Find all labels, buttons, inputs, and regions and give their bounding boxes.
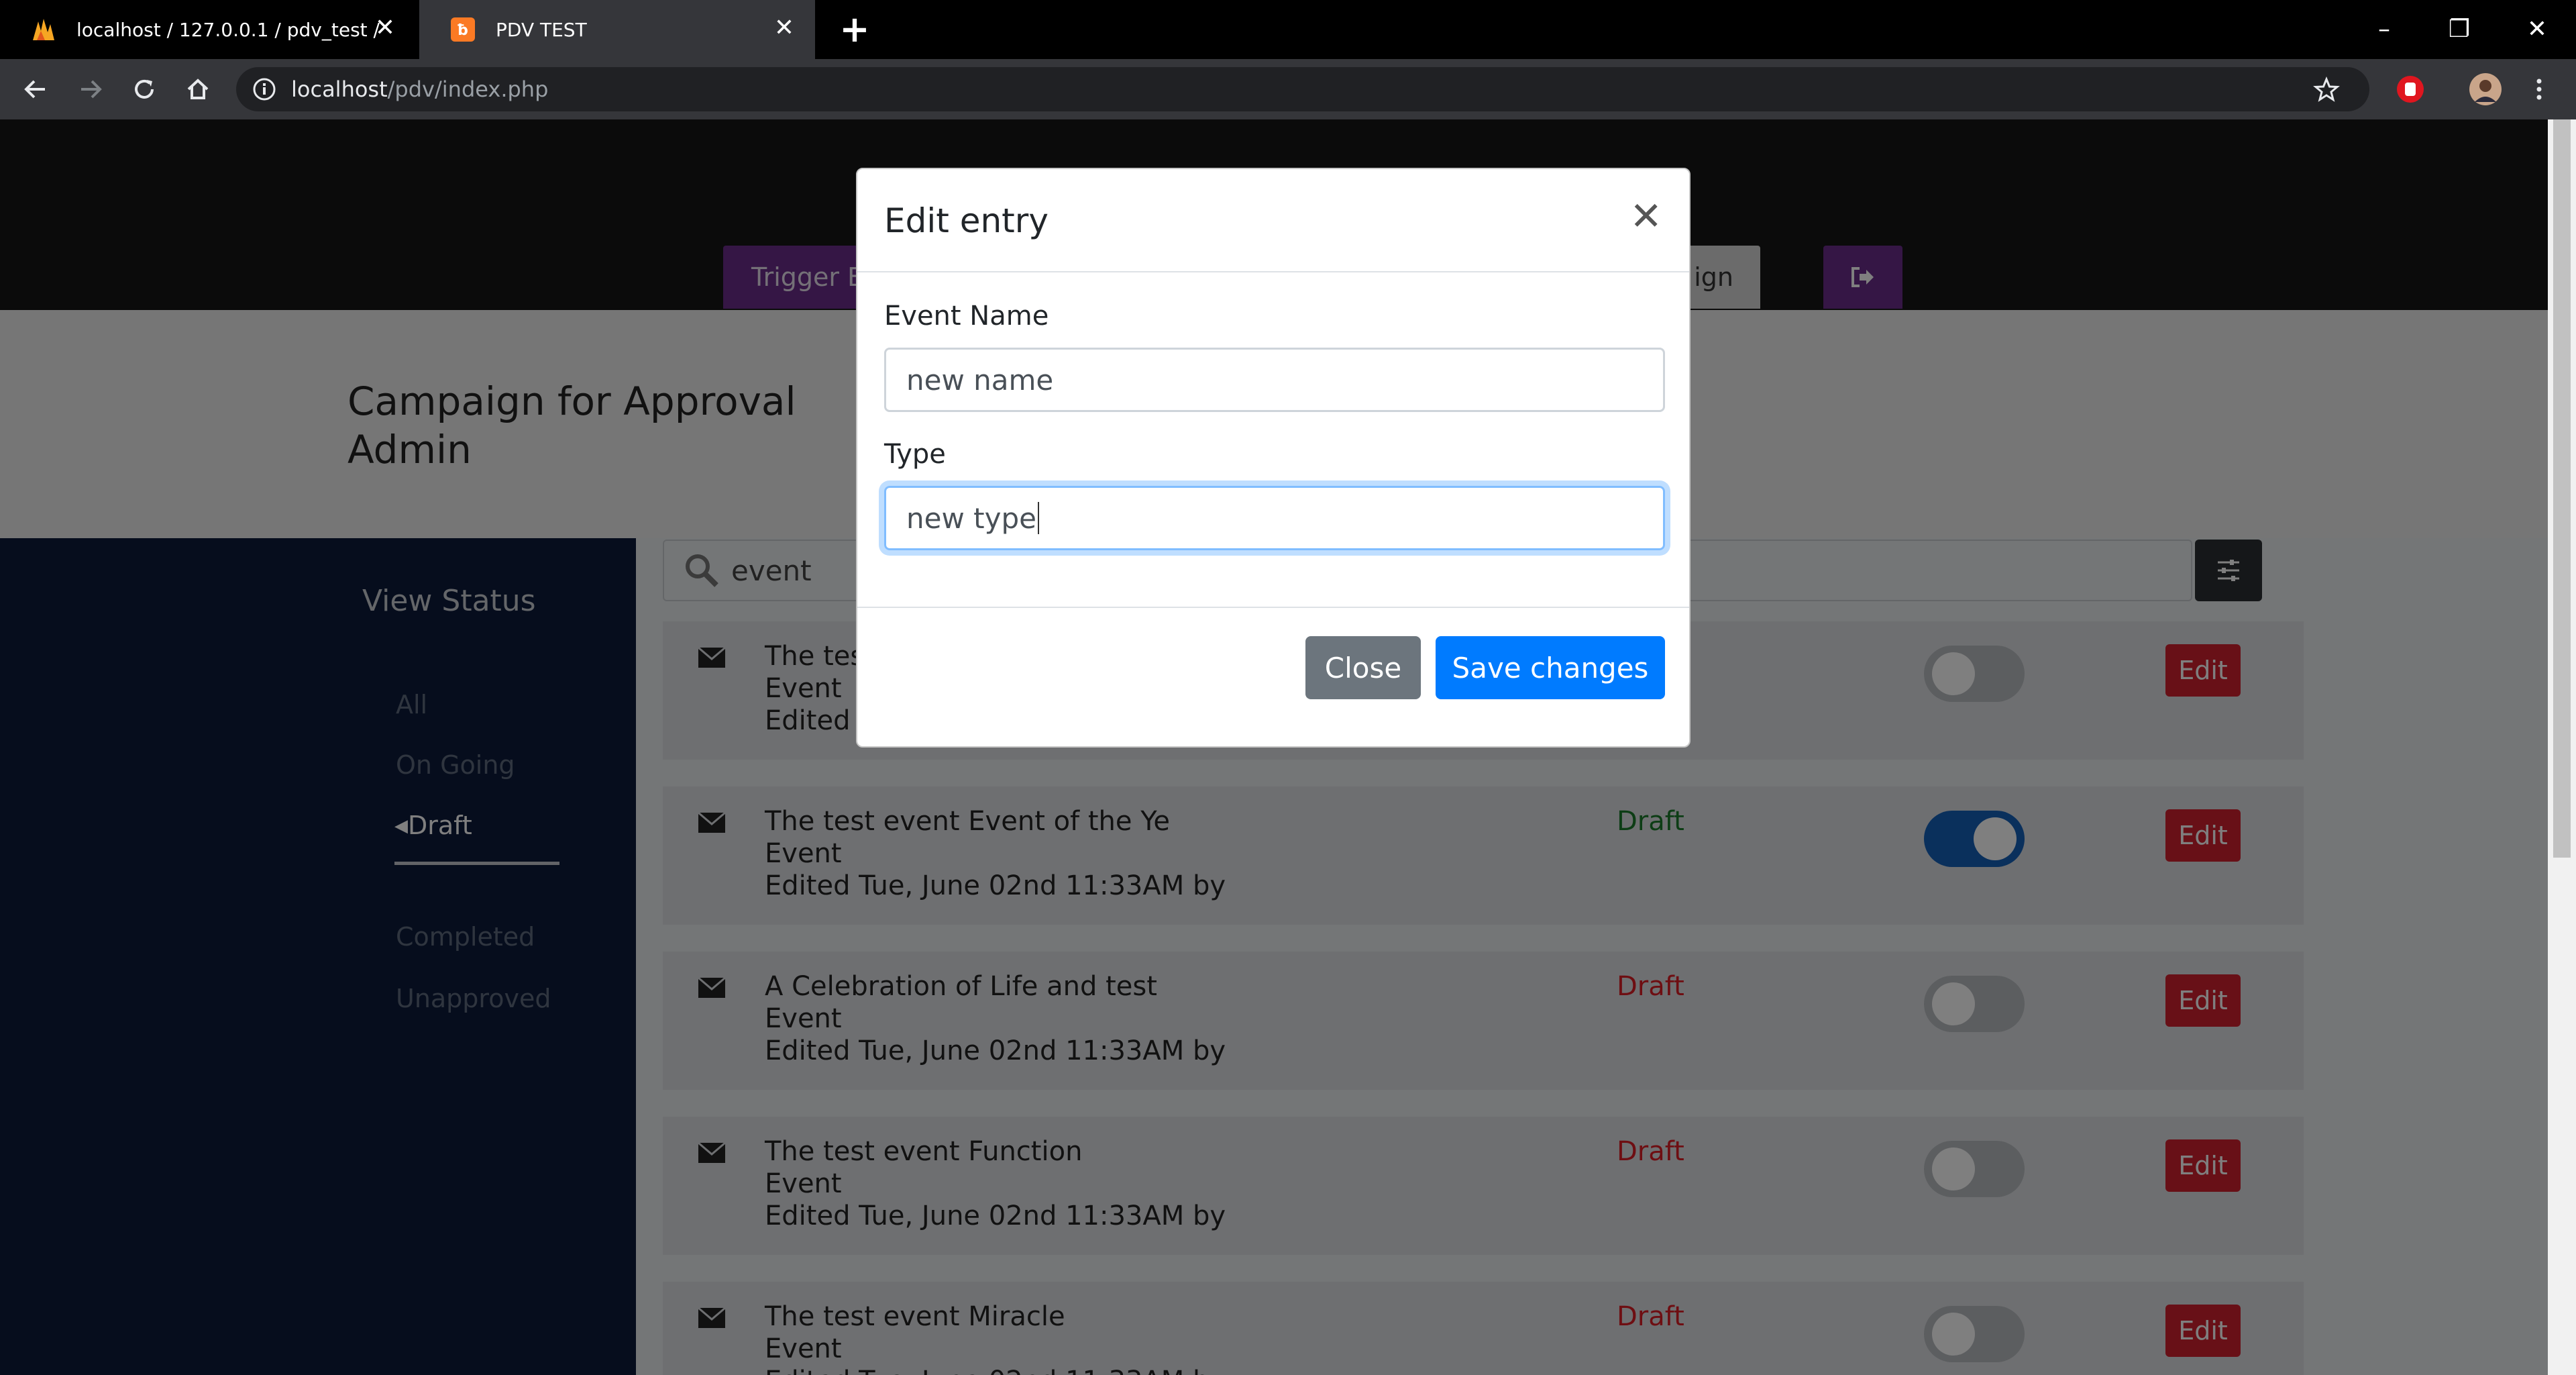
forward-arrow-icon [81, 80, 102, 99]
tab-close-icon[interactable]: ✕ [372, 15, 398, 42]
new-tab-button[interactable]: + [837, 11, 872, 48]
avatar[interactable] [2467, 71, 2504, 107]
minimize-button[interactable]: – [2364, 9, 2404, 50]
reload-icon [135, 79, 154, 99]
browser-tab-bar: localhost / 127.0.0.1 / pdv_test / ✕ ƀ P… [0, 0, 2576, 59]
save-changes-button[interactable]: Save changes [1436, 636, 1665, 699]
reload-button[interactable] [126, 71, 162, 107]
url-text: localhost/pdv/index.php [291, 77, 549, 102]
back-button[interactable] [17, 71, 54, 107]
extension-icon[interactable] [2392, 71, 2428, 107]
tab-phpmyadmin[interactable]: localhost / 127.0.0.1 / pdv_test / ✕ [0, 0, 416, 59]
type-label: Type [884, 439, 946, 470]
forward-button[interactable] [72, 71, 109, 107]
back-arrow-icon [24, 80, 45, 99]
event-name-label: Event Name [884, 301, 1049, 332]
home-button[interactable] [180, 71, 216, 107]
page-scrollbar[interactable] [2548, 119, 2576, 1375]
xampp-icon: ƀ [449, 15, 477, 44]
close-button[interactable]: Close [1305, 636, 1421, 699]
phpmyadmin-icon [30, 15, 58, 44]
star-icon[interactable] [2313, 77, 2340, 103]
browser-toolbar: localhost/pdv/index.php [0, 59, 2576, 119]
type-field[interactable]: new type [884, 486, 1665, 550]
modal-title: Edit entry [884, 201, 1049, 240]
svg-text:ƀ: ƀ [458, 22, 468, 39]
address-bar[interactable]: localhost/pdv/index.php [236, 67, 2369, 111]
home-icon [187, 79, 209, 99]
info-icon[interactable] [252, 77, 276, 101]
tab-close-icon[interactable]: ✕ [771, 15, 798, 42]
scrollbar-thumb[interactable] [2553, 119, 2571, 858]
close-icon[interactable]: ✕ [1629, 196, 1662, 236]
modal-footer: Close Save changes [857, 607, 1689, 748]
menu-icon[interactable] [2521, 71, 2557, 107]
tab-pdv-test[interactable]: ƀ PDV TEST ✕ [419, 0, 815, 59]
event-name-field[interactable]: new name [884, 348, 1665, 412]
restore-button[interactable]: ❐ [2439, 9, 2479, 50]
window-close-button[interactable]: ✕ [2517, 9, 2557, 50]
text-caret [1037, 502, 1039, 534]
modal-header: Edit entry ✕ [857, 169, 1689, 272]
edit-entry-modal: Edit entry ✕ Event Name new name Type ne… [856, 168, 1690, 748]
